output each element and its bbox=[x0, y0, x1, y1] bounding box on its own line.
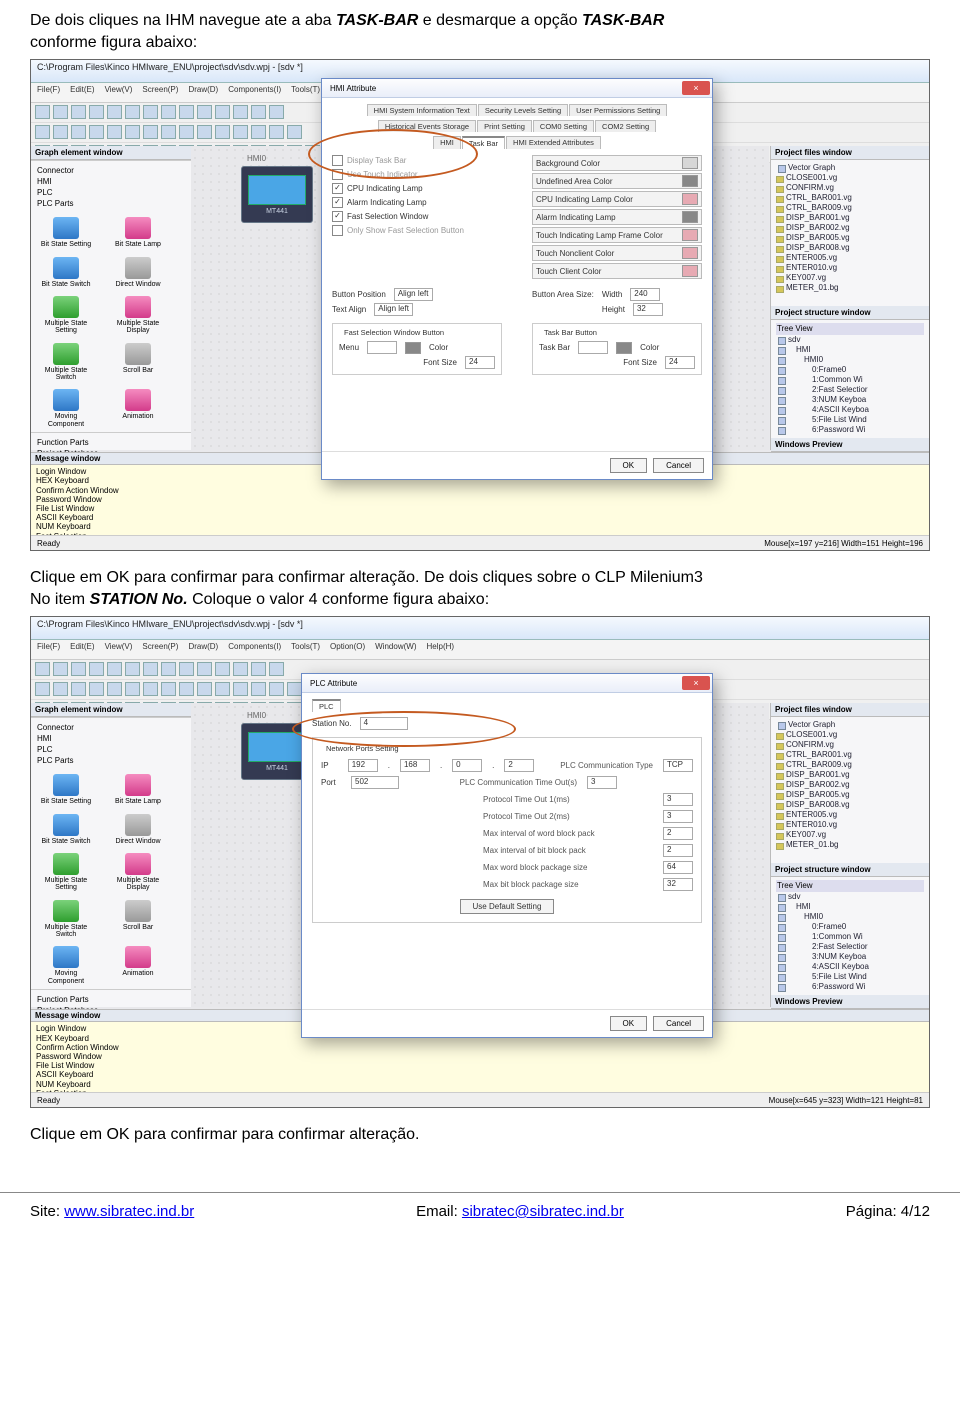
tab-com0[interactable]: COM0 Setting bbox=[533, 120, 594, 132]
plc-attribute-dialog: PLC Attribute× PLC Station No.4 Network … bbox=[301, 673, 713, 1038]
menu-edit[interactable]: Edit(E) bbox=[70, 85, 94, 100]
chk-alarm-lamp[interactable]: ✓Alarm Indicating Lamp bbox=[332, 195, 502, 209]
status-ready: Ready bbox=[37, 539, 60, 548]
chk-cpu-lamp[interactable]: ✓CPU Indicating Lamp bbox=[332, 181, 502, 195]
tab-plc[interactable]: PLC bbox=[312, 699, 341, 712]
paragraph-1: De dois cliques na IHM navegue ate a aba… bbox=[30, 10, 930, 53]
cancel-button[interactable]: Cancel bbox=[653, 1016, 704, 1031]
cancel-button[interactable]: Cancel bbox=[653, 458, 704, 473]
site-link[interactable]: www.sibratec.ind.br bbox=[64, 1203, 194, 1220]
chk-fsw[interactable]: ✓Fast Selection Window bbox=[332, 209, 502, 223]
tab-print[interactable]: Print Setting bbox=[477, 120, 532, 132]
ok-button[interactable]: OK bbox=[610, 458, 648, 473]
tab-userperm[interactable]: User Permissions Setting bbox=[569, 104, 667, 116]
function-parts[interactable]: Function Parts bbox=[37, 437, 185, 448]
tree-hmi[interactable]: HMI bbox=[37, 176, 185, 187]
menu-file[interactable]: File(F) bbox=[37, 85, 60, 100]
page-number: Página: 4/12 bbox=[846, 1203, 930, 1220]
hmi-device[interactable]: MT441 bbox=[241, 166, 313, 223]
email-link[interactable]: sibratec@sibratec.ind.br bbox=[462, 1203, 624, 1220]
screenshot-2: C:\Program Files\Kinco HMIware_ENU\proje… bbox=[30, 616, 930, 1108]
tree-plc[interactable]: PLC bbox=[37, 187, 185, 198]
tab-extattr[interactable]: HMI Extended Attributes bbox=[506, 136, 601, 149]
menu-components[interactable]: Components(I) bbox=[228, 85, 281, 100]
tree-connector[interactable]: Connector bbox=[37, 165, 185, 176]
graph-element-window: Graph element window Connector HMI PLC P… bbox=[31, 146, 192, 450]
hmi-attribute-dialog: HMI Attribute× HMI System Information Te… bbox=[321, 78, 713, 480]
close-icon[interactable]: × bbox=[682, 676, 710, 690]
tab-com2[interactable]: COM2 Setting bbox=[595, 120, 656, 132]
menu-screen[interactable]: Screen(P) bbox=[142, 85, 178, 100]
paragraph-2: Clique em OK para confirmar para confirm… bbox=[30, 567, 930, 610]
menu-draw[interactable]: Draw(D) bbox=[188, 85, 218, 100]
right-panels: Project files window Vector Graph CLOSE0… bbox=[770, 146, 929, 450]
tree-plcparts[interactable]: PLC Parts bbox=[37, 198, 185, 209]
chk-only-fsb[interactable]: Only Show Fast Selection Button bbox=[332, 223, 502, 237]
ok-button[interactable]: OK bbox=[610, 1016, 648, 1031]
paragraph-3: Clique em OK para confirmar para confirm… bbox=[30, 1124, 930, 1146]
menu-tools[interactable]: Tools(T) bbox=[291, 85, 320, 100]
close-icon[interactable]: × bbox=[682, 81, 710, 95]
status-mouse: Mouse[x=197 y=216] Width=151 Height=196 bbox=[764, 539, 923, 548]
tab-security[interactable]: Security Levels Setting bbox=[478, 104, 568, 116]
page-footer: Site: www.sibratec.ind.br Email: sibrate… bbox=[0, 1192, 960, 1240]
screenshot-1: C:\Program Files\Kinco HMIware_ENU\proje… bbox=[30, 59, 930, 551]
tab-sysinfo[interactable]: HMI System Information Text bbox=[367, 104, 477, 116]
use-default-button[interactable]: Use Default Setting bbox=[460, 899, 555, 914]
menu-view[interactable]: View(V) bbox=[105, 85, 133, 100]
